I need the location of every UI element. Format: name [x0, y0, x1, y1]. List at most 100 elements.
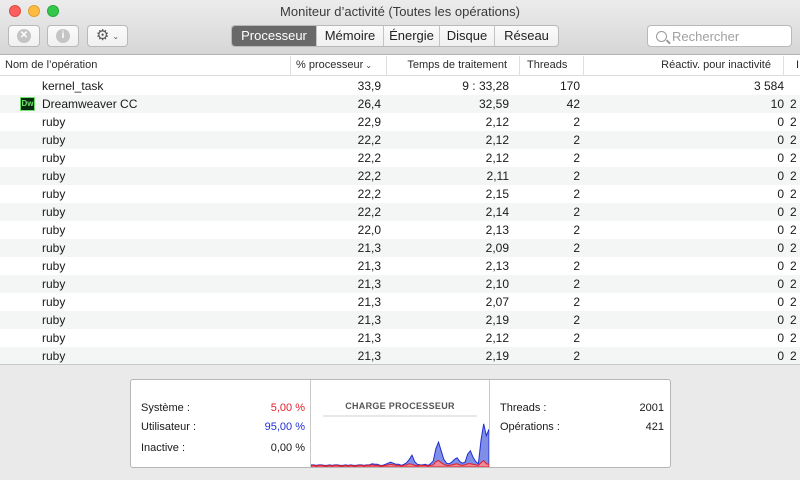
process-cpu-time: 2,12: [485, 331, 509, 345]
process-cpu-time: 2,13: [485, 223, 509, 237]
process-pid: 2: [790, 241, 797, 255]
sort-descending-icon: ⌄: [365, 61, 372, 70]
search-input[interactable]: [672, 28, 782, 44]
process-idle-wake-ups: 0: [777, 313, 784, 327]
quit-process-button[interactable]: ✕: [8, 25, 40, 47]
table-row[interactable]: ruby 22,2 2,14 2 0 2: [0, 203, 800, 221]
process-name: Dreamweaver CC: [42, 97, 138, 111]
table-row[interactable]: ruby 22,2 2,15 2 0 2: [0, 185, 800, 203]
table-row[interactable]: ruby 22,2 2,12 2 0 2: [0, 149, 800, 167]
process-pid: 2: [790, 295, 797, 309]
process-name: ruby: [42, 277, 66, 291]
process-pid: 2: [790, 187, 797, 201]
process-cpu-time: 2,07: [485, 295, 509, 309]
table-row[interactable]: ruby 21,3 2,07 2 0 2: [0, 293, 800, 311]
table-row[interactable]: ruby 22,2 2,12 2 0 2: [0, 131, 800, 149]
user-load-value: 95,00 %: [264, 421, 305, 433]
process-threads: 2: [573, 205, 580, 219]
process-threads: 2: [573, 133, 580, 147]
process-threads: 2: [573, 223, 580, 237]
process-cpu-time: 2,10: [485, 277, 509, 291]
action-menu-button[interactable]: ⚙ ⌄: [87, 25, 128, 47]
process-threads: 2: [573, 295, 580, 309]
process-threads: 2: [573, 349, 580, 363]
process-cpu-percent: 21,3: [357, 295, 381, 309]
process-cpu-percent: 33,9: [357, 79, 381, 93]
table-row[interactable]: ruby 22,2 2,11 2 0 2: [0, 167, 800, 185]
table-row[interactable]: ruby 21,3 2,12 2 0 2: [0, 329, 800, 347]
column-header-cpu[interactable]: % processeur ⌄: [291, 56, 387, 76]
process-name: ruby: [42, 115, 66, 129]
column-header-cpu-time[interactable]: Temps de traitement: [387, 56, 520, 76]
process-idle-wake-ups: 0: [777, 169, 784, 183]
cpu-load-graph-title: CHARGE PROCESSEUR: [345, 401, 455, 411]
processes-label: Opérations :: [500, 421, 560, 433]
process-cpu-time: 32,59: [478, 97, 509, 111]
process-name: ruby: [42, 313, 66, 327]
window-title: Moniteur d’activité (Toutes les opératio…: [280, 4, 520, 19]
table-row[interactable]: ruby 21,3 2,19 2 0 2: [0, 311, 800, 329]
column-header-threads[interactable]: Threads: [520, 56, 584, 76]
idle-label: Inactive :: [141, 442, 186, 454]
process-name: kernel_task: [42, 79, 104, 93]
search-field[interactable]: [647, 25, 792, 47]
process-name: ruby: [42, 241, 66, 255]
inspect-process-button[interactable]: i: [47, 25, 79, 47]
process-pid: 2: [790, 151, 797, 165]
process-pid: 2: [790, 331, 797, 345]
process-pid: 2: [790, 169, 797, 183]
process-pid: 2: [790, 349, 797, 363]
cpu-load-graph-canvas: [311, 415, 489, 467]
process-name: ruby: [42, 151, 66, 165]
column-header-idle-wake-ups[interactable]: Réactiv. pour inactivité: [584, 56, 784, 76]
table-row[interactable]: Dw Dreamweaver CC 26,4 32,59 42 10 2: [0, 95, 800, 113]
column-header-name[interactable]: Nom de l’opération: [0, 56, 291, 76]
process-table: kernel_task 33,9 9 : 33,28 170 3 584 Dw Dreamw…: [0, 77, 800, 364]
process-name: ruby: [42, 169, 66, 183]
process-idle-wake-ups: 0: [777, 115, 784, 129]
tab-processeur[interactable]: Processeur: [232, 26, 316, 46]
process-cpu-percent: 21,3: [357, 277, 381, 291]
process-cpu-percent: 21,3: [357, 259, 381, 273]
idle-stat: Inactive : 0,00 %: [141, 442, 305, 458]
process-cpu-time: 2,12: [485, 115, 509, 129]
process-pid: 2: [790, 115, 797, 129]
cpu-summary-panel: Système : 5,00 % Utilisateur : 95,00 % I…: [130, 379, 671, 468]
process-cpu-percent: 26,4: [357, 97, 381, 111]
process-idle-wake-ups: 0: [777, 223, 784, 237]
column-header-pid[interactable]: I: [784, 56, 800, 76]
process-threads: 2: [573, 331, 580, 345]
dreamweaver-app-icon: Dw: [20, 97, 35, 111]
process-cpu-time: 2,12: [485, 133, 509, 147]
table-row[interactable]: kernel_task 33,9 9 : 33,28 170 3 584: [0, 77, 800, 95]
process-cpu-percent: 21,3: [357, 313, 381, 327]
system-load-stat: Système : 5,00 %: [141, 402, 305, 418]
tab-energie[interactable]: Énergie: [383, 26, 439, 46]
process-idle-wake-ups: 0: [777, 205, 784, 219]
info-icon: i: [56, 29, 70, 43]
process-threads: 2: [573, 241, 580, 255]
process-idle-wake-ups: 0: [777, 295, 784, 309]
table-row[interactable]: ruby 21,3 2,10 2 0 2: [0, 275, 800, 293]
process-cpu-percent: 21,3: [357, 349, 381, 363]
table-row[interactable]: ruby 21,3 2,09 2 0 2: [0, 239, 800, 257]
tab-memoire[interactable]: Mémoire: [316, 26, 383, 46]
process-cpu-time: 2,12: [485, 151, 509, 165]
table-row[interactable]: ruby 21,3 2,13 2 0 2: [0, 257, 800, 275]
table-row[interactable]: ruby 22,9 2,12 2 0 2: [0, 113, 800, 131]
gear-icon: ⚙: [95, 27, 110, 44]
table-row[interactable]: ruby 21,3 2,19 2 0 2: [0, 347, 800, 364]
stop-icon: ✕: [17, 29, 31, 43]
tab-reseau[interactable]: Réseau: [494, 26, 558, 46]
threads-value: 2001: [639, 402, 664, 414]
table-row[interactable]: ruby 22,0 2,13 2 0 2: [0, 221, 800, 239]
tab-disque[interactable]: Disque: [439, 26, 494, 46]
process-idle-wake-ups: 10: [770, 97, 784, 111]
process-pid: 2: [790, 277, 797, 291]
process-pid: 2: [790, 133, 797, 147]
processes-stat: Opérations : 421: [500, 421, 664, 437]
process-cpu-percent: 21,3: [357, 331, 381, 345]
process-pid: 2: [790, 313, 797, 327]
cpu-load-graph: CHARGE PROCESSEUR: [311, 380, 489, 467]
search-icon: [656, 30, 667, 42]
